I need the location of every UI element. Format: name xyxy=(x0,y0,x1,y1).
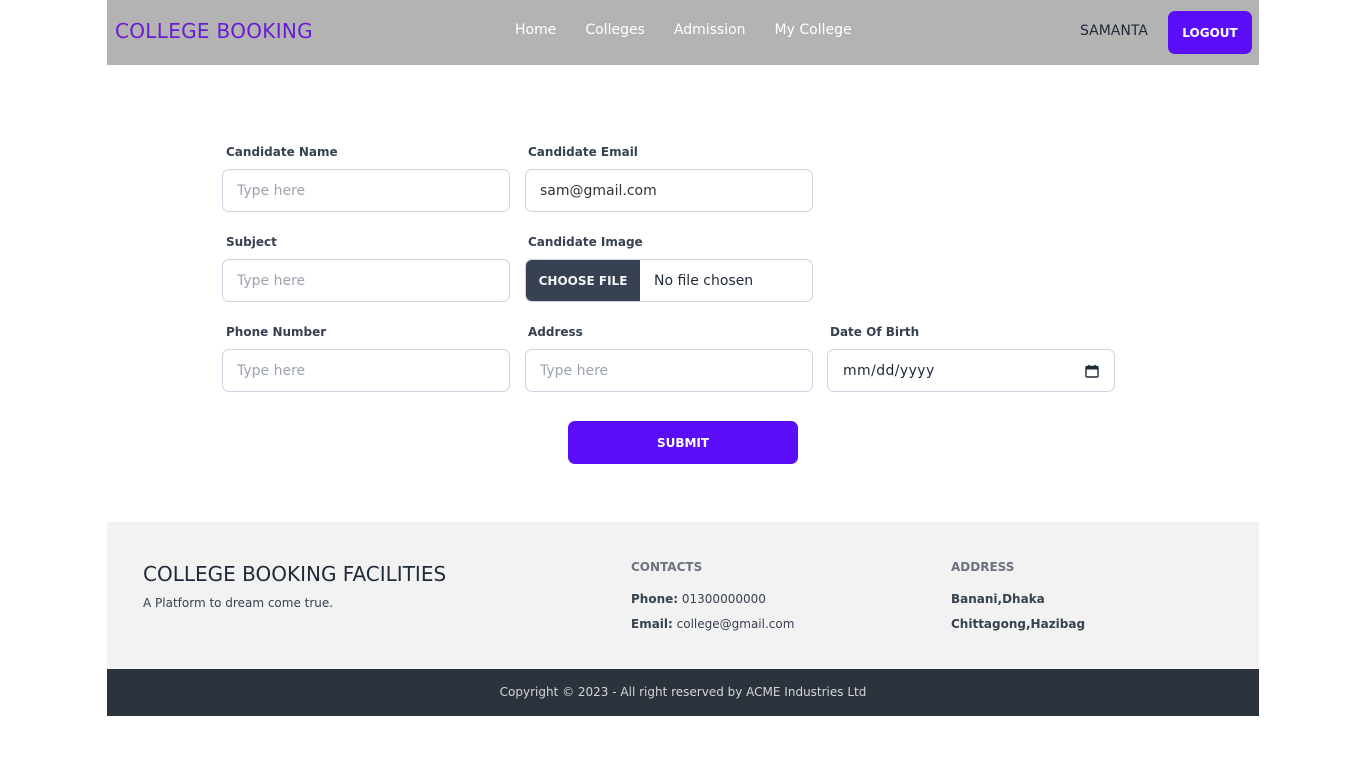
navbar: COLLEGE BOOKING Home Colleges Admission … xyxy=(107,0,1259,65)
nav-link-admission[interactable]: Admission xyxy=(674,22,746,38)
address-input[interactable] xyxy=(525,349,813,392)
address-label: Address xyxy=(528,325,583,339)
contact-email: Email: college@gmail.com xyxy=(631,617,794,631)
nav-links: Home Colleges Admission My College xyxy=(515,22,852,38)
email-value: college@gmail.com xyxy=(676,617,795,631)
date-of-birth-input[interactable]: mm/dd/yyyy xyxy=(827,349,1115,392)
logout-button[interactable]: LOGOUT xyxy=(1168,11,1252,54)
candidate-email-label: Candidate Email xyxy=(528,145,638,159)
phone-number-input[interactable] xyxy=(222,349,510,392)
copyright-text: Copyright © 2023 - All right reserved by… xyxy=(499,685,867,699)
contact-phone: Phone: 01300000000 xyxy=(631,592,766,606)
brand-logo[interactable]: COLLEGE BOOKING xyxy=(115,19,313,43)
choose-file-button[interactable]: CHOOSE FILE xyxy=(526,260,640,301)
calendar-icon[interactable] xyxy=(1085,364,1099,378)
contacts-heading: CONTACTS xyxy=(631,560,703,574)
email-label: Email: xyxy=(631,617,673,631)
phone-number-label: Phone Number xyxy=(226,325,327,339)
phone-label: Phone: xyxy=(631,592,679,606)
candidate-name-label: Candidate Name xyxy=(226,145,338,159)
footer-tagline: A Platform to dream come true. xyxy=(143,596,334,610)
footer: COLLEGE BOOKING FACILITIES A Platform to… xyxy=(107,522,1259,669)
user-name: SAMANTA xyxy=(1080,23,1148,39)
date-placeholder-text: mm/dd/yyyy xyxy=(843,362,935,379)
phone-value: 01300000000 xyxy=(681,592,766,606)
subject-input[interactable] xyxy=(222,259,510,302)
submit-button[interactable]: SUBMIT xyxy=(568,421,798,464)
candidate-image-label: Candidate Image xyxy=(528,235,643,249)
candidate-email-input[interactable] xyxy=(525,169,813,212)
address-line-2: Chittagong,Hazibag xyxy=(951,617,1086,631)
candidate-image-file-input[interactable]: CHOOSE FILE No file chosen xyxy=(525,259,813,302)
subject-label: Subject xyxy=(226,235,277,249)
nav-link-home[interactable]: Home xyxy=(515,22,556,38)
candidate-name-input[interactable] xyxy=(222,169,510,212)
address-line-1: Banani,Dhaka xyxy=(951,592,1045,606)
nav-link-colleges[interactable]: Colleges xyxy=(585,22,645,38)
date-of-birth-label: Date Of Birth xyxy=(830,325,920,339)
copyright-bar: Copyright © 2023 - All right reserved by… xyxy=(107,669,1259,716)
file-status-text: No file chosen xyxy=(654,272,754,289)
address-heading: ADDRESS xyxy=(951,560,1015,574)
nav-link-my-college[interactable]: My College xyxy=(775,22,852,38)
footer-title: COLLEGE BOOKING FACILITIES xyxy=(143,562,447,586)
page: COLLEGE BOOKING Home Colleges Admission … xyxy=(0,0,1366,768)
